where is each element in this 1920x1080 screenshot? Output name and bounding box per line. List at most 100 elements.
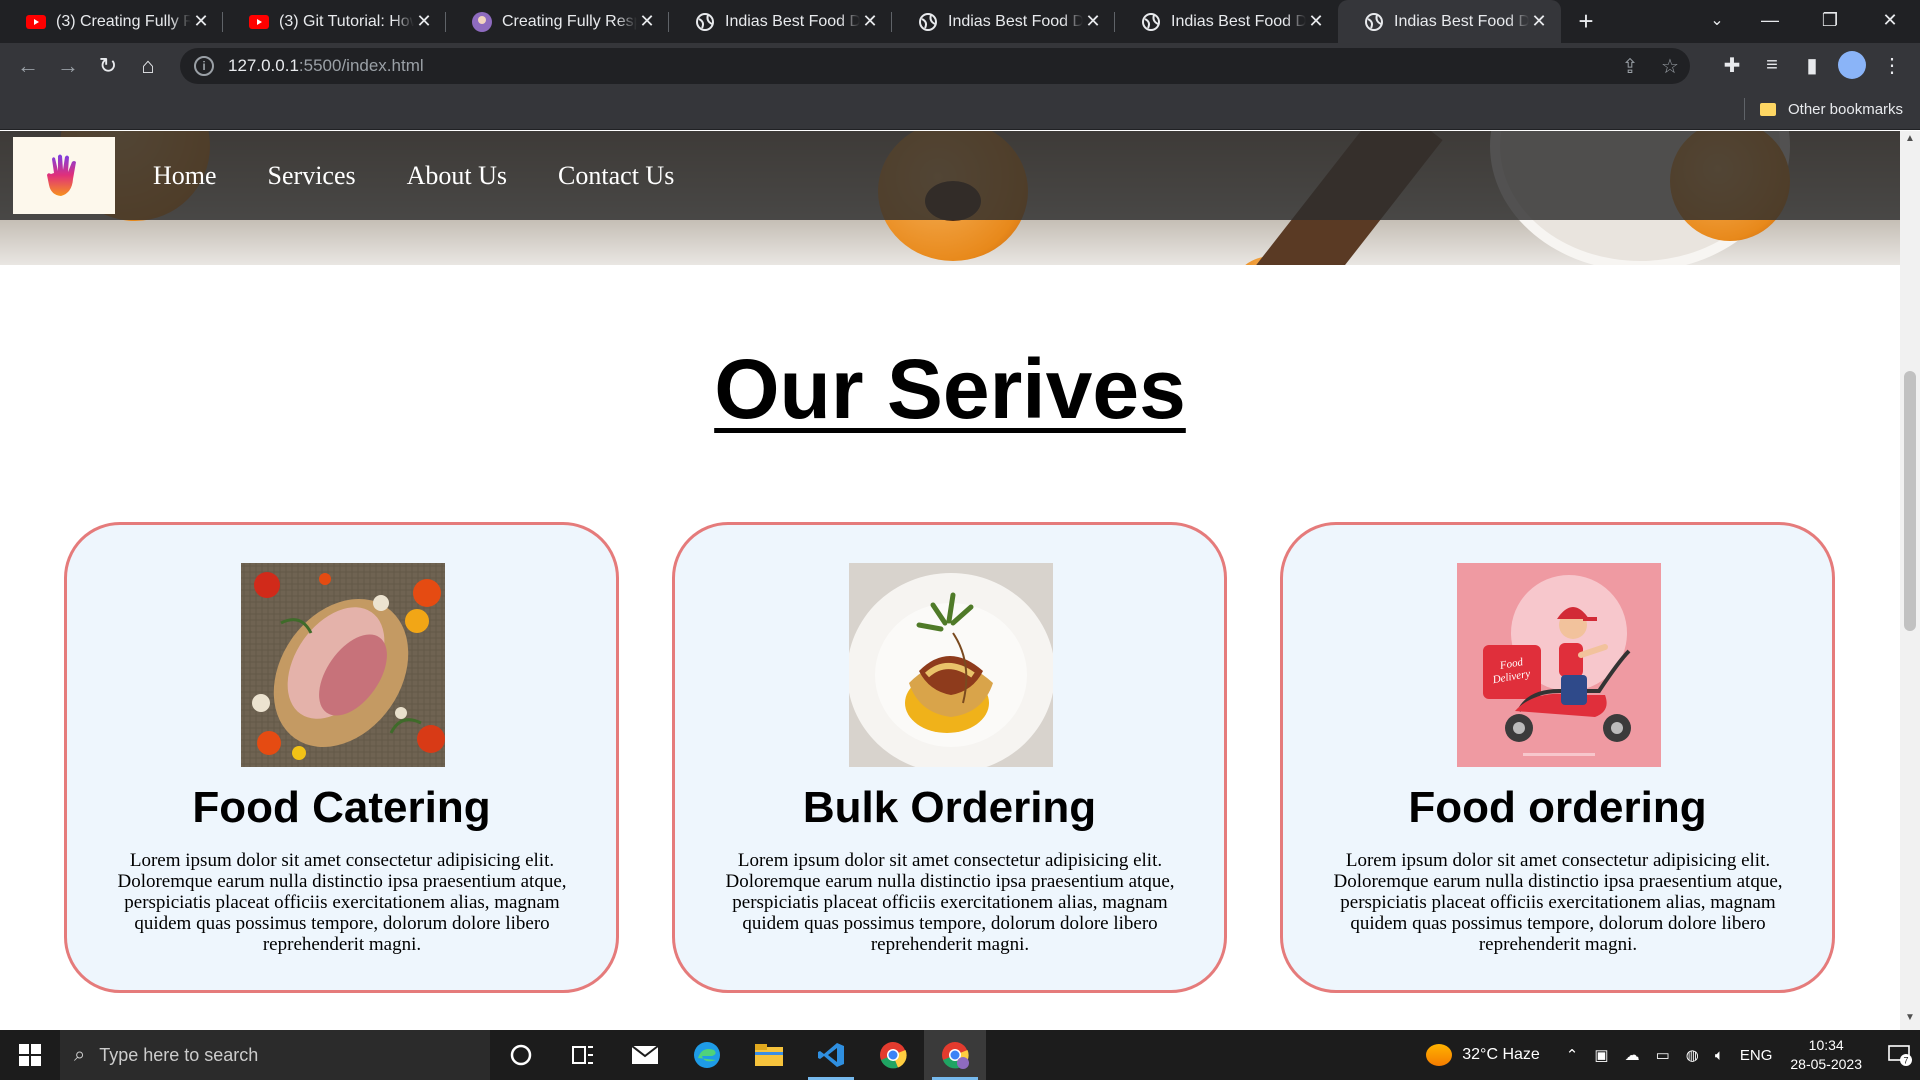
reload-icon[interactable]: ↻ [88, 46, 128, 86]
share-icon[interactable]: ⇪ [1610, 48, 1650, 84]
browser-tab[interactable]: Creating Fully Respon ✕ [446, 0, 669, 43]
card-title: Bulk Ordering [802, 783, 1097, 832]
tab-title: (3) Git Tutorial: How t [279, 12, 414, 30]
other-bookmarks[interactable]: Other bookmarks [1760, 97, 1903, 121]
scroll-up-arrow-icon[interactable]: ▲ [1900, 133, 1920, 149]
profile-avatar[interactable] [1838, 51, 1866, 79]
hand-logo-icon [47, 154, 76, 196]
mail-icon[interactable] [614, 1030, 676, 1080]
file-explorer-icon[interactable] [738, 1030, 800, 1080]
close-tab-icon[interactable]: ✕ [414, 11, 434, 32]
tab-title: Creating Fully Respon [502, 12, 637, 30]
close-tab-icon[interactable]: ✕ [1083, 11, 1103, 32]
card-title: Food Catering [192, 783, 491, 832]
menu-kebab-icon[interactable]: ⋮ [1872, 45, 1912, 85]
windows-start-icon[interactable] [0, 1030, 60, 1080]
browser-tab[interactable]: Indias Best Food Deli ✕ [1115, 0, 1338, 43]
restore-icon[interactable]: ❐ [1800, 0, 1860, 40]
site-navbar: Home Services About Us Contact Us [0, 131, 1900, 220]
task-view-icon[interactable] [552, 1030, 614, 1080]
url-host: 127.0.0.1 [228, 56, 299, 75]
weather-text: 32°C Haze [1462, 1046, 1540, 1063]
charcuterie-board-image [241, 563, 445, 767]
side-panel-icon[interactable]: ▮ [1792, 45, 1832, 85]
language-indicator[interactable]: ENG [1740, 1047, 1773, 1064]
extensions-icon[interactable]: ✚ [1712, 45, 1752, 85]
notification-center-icon[interactable]: 7 [1880, 1030, 1920, 1080]
tab-title: (3) Creating Fully Res [56, 12, 191, 30]
chrome-profile-icon[interactable] [924, 1030, 986, 1080]
browser-tab-active[interactable]: Indias Best Food Deli ✕ [1338, 0, 1561, 43]
onedrive-cloud-icon[interactable]: ☁ [1625, 1046, 1640, 1064]
close-tab-icon[interactable]: ✕ [860, 11, 880, 32]
browser-tab[interactable]: Indias Best Food Deli ✕ [669, 0, 892, 43]
edge-browser-icon[interactable] [676, 1030, 738, 1080]
bookmarks-bar: Other bookmarks [0, 88, 1920, 130]
plated-dish-image [849, 563, 1053, 767]
close-tab-icon[interactable]: ✕ [191, 11, 211, 32]
notification-count: 7 [1903, 1056, 1908, 1066]
media-controls-icon[interactable]: ≡ [1752, 45, 1792, 85]
search-icon: ⌕ [74, 1043, 86, 1066]
service-card: Food Catering Lorem ipsum dolor sit amet… [64, 522, 619, 993]
window-controls: — ❐ ✕ [1740, 0, 1920, 43]
nav-link-home[interactable]: Home [153, 161, 217, 191]
meet-now-icon[interactable]: ▣ [1594, 1046, 1608, 1064]
omnibox-actions: ⇪ ☆ [1610, 48, 1690, 84]
forward-arrow-icon[interactable]: → [48, 46, 88, 86]
tab-search-icon[interactable]: ⌄ [1700, 0, 1734, 40]
address-bar[interactable]: i 127.0.0.1:5500/index.html ⇪ ☆ [180, 48, 1690, 84]
chevron-up-icon[interactable]: ⌃ [1566, 1046, 1579, 1064]
globe-icon [695, 12, 715, 32]
nav-link-about[interactable]: About Us [407, 161, 507, 191]
network-globe-icon[interactable]: ◍ [1686, 1046, 1699, 1064]
scrollbar-thumb[interactable] [1904, 371, 1916, 631]
nav-link-contact[interactable]: Contact Us [558, 161, 674, 191]
chrome-icon[interactable] [862, 1030, 924, 1080]
back-arrow-icon[interactable]: ← [8, 46, 48, 86]
card-description: Lorem ipsum dolor sit amet consectetur a… [117, 850, 567, 955]
globe-icon [918, 12, 938, 32]
clock-date: 28-05-2023 [1790, 1056, 1862, 1072]
weather-widget[interactable]: 32°C Haze [1426, 1044, 1540, 1066]
new-tab-button[interactable]: + [1561, 0, 1611, 43]
other-bookmarks-label: Other bookmarks [1788, 100, 1904, 118]
vscode-icon[interactable] [800, 1030, 862, 1080]
scroll-down-arrow-icon[interactable]: ▼ [1900, 1012, 1920, 1028]
youtube-icon [249, 12, 269, 32]
site-logo[interactable] [13, 137, 115, 214]
taskbar-search-placeholder: Type here to search [99, 1044, 259, 1065]
browser-toolbar: ← → ↻ ⌂ i 127.0.0.1:5500/index.html ⇪ ☆ … [0, 43, 1920, 88]
card-title: Food ordering [1408, 783, 1707, 832]
cortana-icon[interactable] [490, 1030, 552, 1080]
page-scrollbar[interactable]: ▲ ▼ [1900, 131, 1920, 1030]
close-tab-icon[interactable]: ✕ [637, 11, 657, 32]
browser-tab[interactable]: (3) Creating Fully Res ✕ [0, 0, 223, 43]
browser-tab[interactable]: (3) Git Tutorial: How t ✕ [223, 0, 446, 43]
system-clock[interactable]: 10:34 28-05-2023 [1790, 1036, 1862, 1074]
toolbar-actions: ✚ ≡ ▮ ⋮ [1712, 45, 1912, 85]
system-tray: 32°C Haze ⌃ ▣ ☁ ▭ ◍ 🔈︎ ENG 10:34 28-05-2… [1426, 1030, 1920, 1080]
nav-link-services[interactable]: Services [268, 161, 356, 191]
tab-strip: (3) Creating Fully Res ✕ (3) Git Tutoria… [0, 0, 1920, 43]
tab-title: Indias Best Food Deli [725, 12, 860, 30]
globe-icon [1141, 12, 1161, 32]
profile-icon [472, 11, 492, 32]
battery-icon[interactable]: ▭ [1656, 1046, 1670, 1064]
browser-tab[interactable]: Indias Best Food Deli ✕ [892, 0, 1115, 43]
volume-icon[interactable]: 🔈︎ [1715, 1047, 1724, 1064]
taskbar-search-box[interactable]: ⌕ Type here to search [60, 1030, 490, 1080]
bookmark-star-icon[interactable]: ☆ [1650, 48, 1690, 84]
minimize-icon[interactable]: — [1740, 0, 1800, 40]
home-icon[interactable]: ⌂ [128, 46, 168, 86]
windows-taskbar: ⌕ Type here to search 32°C Haze ⌃ ▣ ☁ ▭ … [0, 1030, 1920, 1080]
close-tab-icon[interactable]: ✕ [1306, 11, 1326, 32]
delivery-scooter-illustration: Food Delivery [1457, 563, 1661, 767]
close-tab-icon[interactable]: ✕ [1529, 11, 1549, 32]
tab-title: Indias Best Food Deli [1171, 12, 1306, 30]
site-info-icon[interactable]: i [194, 56, 214, 76]
globe-icon [1364, 12, 1384, 32]
service-card: Food Delivery Food ordering Lorem ipsum … [1280, 522, 1835, 993]
close-window-icon[interactable]: ✕ [1860, 0, 1920, 40]
tab-title: Indias Best Food Deli [1394, 12, 1529, 30]
